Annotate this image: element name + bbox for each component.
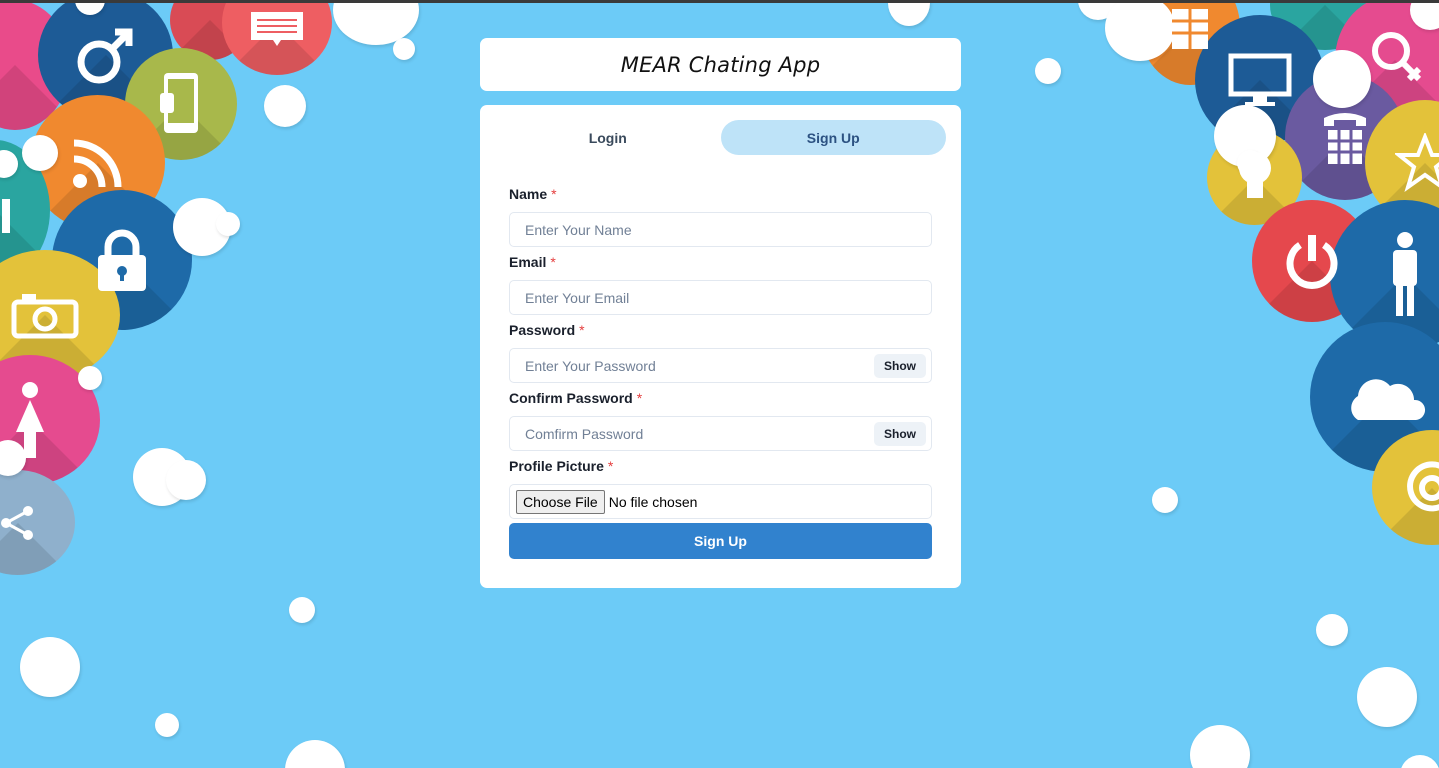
profile-picture-label: Profile Picture * [509,458,613,474]
password-field-box: Show [509,348,932,383]
bubble-dot [888,0,930,26]
name-field-box [509,212,932,247]
name-label-text: Name [509,186,548,202]
required-mark: * [607,458,614,474]
email-label: Email * [509,254,556,270]
profile-picture-field-box: Choose File No file chosen [509,484,932,519]
tab-sign-up[interactable]: Sign Up [720,120,946,155]
required-mark: * [550,254,556,270]
app-title: MEAR Chating App [620,52,821,77]
file-status-text: No file chosen [608,493,698,510]
bubble-dot [1035,58,1061,84]
bubble-dot [1152,487,1178,513]
password-input[interactable] [510,349,931,382]
required-mark: * [551,186,557,202]
sign-up-submit-button[interactable]: Sign Up [509,523,932,559]
email-input[interactable] [510,281,931,314]
password-label: Password * [509,322,585,338]
bubble-dot [22,135,58,171]
bubble-dot [216,212,240,236]
window-top-border [0,0,1439,3]
message-icon [222,0,332,75]
email-label-text: Email [509,254,547,270]
bubble-dot [285,740,345,768]
share-icon [0,470,75,575]
bubble-dot [78,366,102,390]
password-label-text: Password [509,322,576,338]
profile-picture-label-text: Profile Picture [509,458,604,474]
name-input[interactable] [510,213,931,246]
bubble-dot [1190,725,1250,768]
tab-login[interactable]: Login [495,120,721,155]
confirm-password-show-button[interactable]: Show [874,422,926,446]
bubble-dot [393,38,415,60]
app-header-card: MEAR Chating App [480,38,961,91]
auth-form-card: Login Sign Up Name* Email* Password* Sho… [480,105,961,588]
password-show-button[interactable]: Show [874,354,926,378]
bubble-dot [155,713,179,737]
choose-file-button[interactable]: Choose File [516,489,605,514]
confirm-password-label: Confirm Password * [509,390,642,406]
bubble-dot [1313,50,1371,108]
confirm-password-input[interactable] [510,417,931,450]
bubble-dot [1400,755,1439,768]
bubble-dot [1357,667,1417,727]
required-mark: * [579,322,585,338]
bubble-dot [264,85,306,127]
name-label: Name * [509,186,557,202]
bubble-dot [1316,614,1348,646]
bubble-dot [166,460,206,500]
auth-tabs: Login Sign Up [495,120,946,155]
confirm-password-field-box: Show [509,416,932,451]
bubble-dot [289,597,315,623]
confirm-password-label-text: Confirm Password [509,390,633,406]
required-mark: * [636,390,643,406]
email-field-box [509,280,932,315]
bubble-dot [20,637,80,697]
